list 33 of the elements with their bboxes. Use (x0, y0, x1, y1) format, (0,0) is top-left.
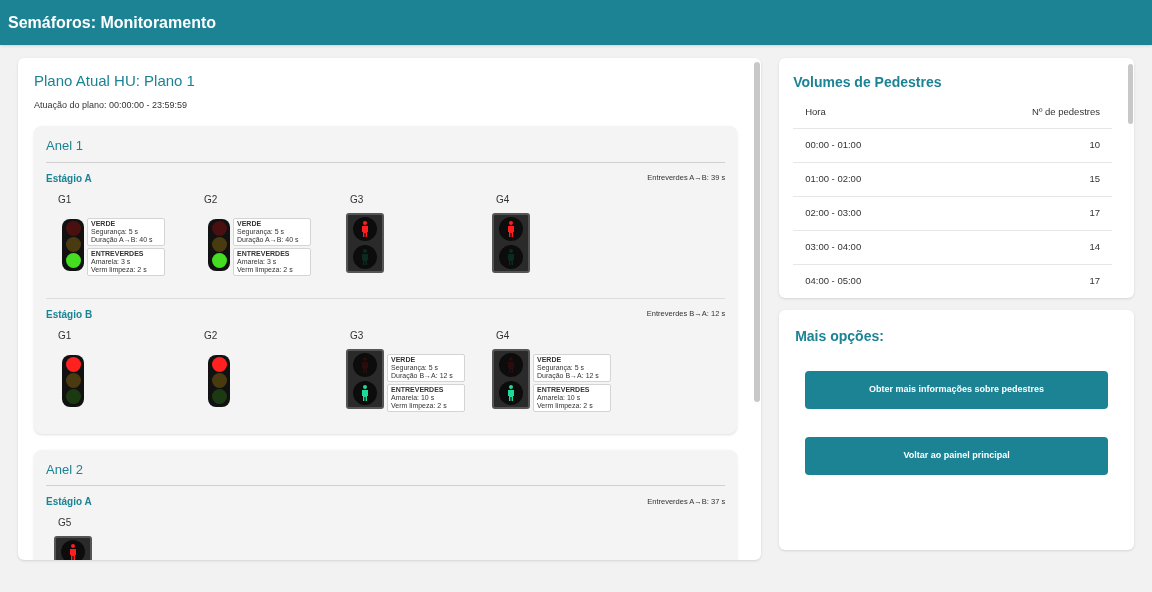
stage-title: Estágio B (46, 307, 93, 322)
table-cell: 17 (1089, 274, 1100, 289)
plan-period: Atuação do plano: 00:00:00 - 23:59:59 (34, 98, 189, 112)
column-header: Nº de pedestres (1032, 105, 1100, 120)
signal-label: G4 (496, 192, 511, 207)
table-cell: 04:00 - 05:00 (805, 274, 862, 289)
table-cell: 15 (1089, 172, 1100, 187)
stage-title: Estágio A (46, 171, 92, 186)
app-title: Semáforos: Monitoramento (8, 12, 216, 33)
ring-title: Anel 1 (46, 136, 726, 163)
signal-label: G4 (496, 328, 511, 343)
option-button[interactable]: Voltar ao painel principal (805, 437, 1108, 475)
table-cell: 02:00 - 03:00 (805, 206, 862, 221)
signal-label: G2 (204, 328, 219, 343)
signal-label: G1 (58, 328, 73, 343)
table-cell: 03:00 - 04:00 (805, 240, 862, 255)
volumes-title: Volumes de Pedestres (793, 73, 943, 92)
column-header: Hora (805, 105, 826, 120)
signal-label: G3 (350, 328, 365, 343)
signal-label: G1 (58, 192, 73, 207)
table-cell: 17 (1089, 206, 1100, 221)
plan-title: Plano Atual HU: Plano 1 (34, 71, 196, 91)
signal-label: G2 (204, 192, 219, 207)
signal-label: G5 (58, 516, 73, 530)
ring-title: Anel 2 (46, 459, 726, 486)
table-cell: 00:00 - 01:00 (805, 138, 862, 153)
signal-label: G3 (350, 192, 365, 207)
table-cell: 14 (1089, 240, 1100, 255)
stage-title: Estágio A (46, 495, 92, 509)
options-title: Mais opções: (795, 327, 885, 346)
table-cell: 01:00 - 02:00 (805, 172, 862, 187)
table-cell: 10 (1089, 138, 1100, 153)
option-button[interactable]: Obter mais informações sobre pedestres (805, 371, 1108, 409)
